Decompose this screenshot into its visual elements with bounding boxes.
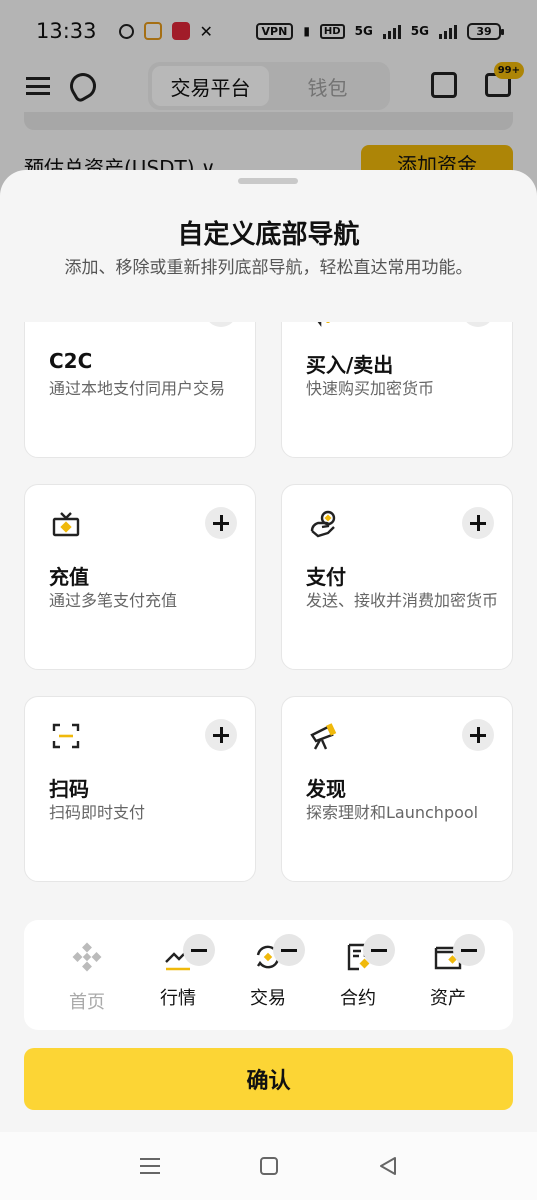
- shortcut-card-scan[interactable]: 扫码 扫码即时支付: [24, 696, 256, 882]
- dock-label: 合约: [340, 988, 376, 1009]
- add-scan-button[interactable]: [205, 719, 237, 751]
- scan-icon: [52, 723, 80, 749]
- home-button[interactable]: [249, 1146, 289, 1186]
- shortcut-title: 支付: [306, 565, 346, 589]
- shortcut-card-c2c[interactable]: C2C 通过本地支付同用户交易: [24, 322, 256, 458]
- dock-item-markets[interactable]: 行情: [138, 934, 218, 1010]
- recent-apps-button[interactable]: [130, 1146, 170, 1186]
- available-shortcuts-list[interactable]: C2C 通过本地支付同用户交易 买入/卖出 快速购买加密货币 充值 通过多笔支付…: [24, 322, 513, 892]
- trade-icon-wrap: [253, 934, 305, 972]
- menu-lines-icon: [139, 1158, 160, 1174]
- add-deposit-button[interactable]: [205, 507, 237, 539]
- futures-icon-wrap: [343, 934, 395, 972]
- sheet-title: 自定义底部导航: [177, 220, 360, 250]
- shortcut-card-pay[interactable]: 支付 发送、接收并消费加密货币: [281, 484, 513, 670]
- back-triangle-icon: [379, 1157, 396, 1175]
- shortcut-title: 充值: [49, 565, 89, 589]
- markets-icon-wrap: [163, 934, 215, 972]
- shortcut-desc: 发送、接收并消费加密货币: [306, 591, 499, 610]
- dock-item-assets[interactable]: 资产: [408, 934, 488, 1010]
- shortcut-title: 扫码: [49, 777, 89, 801]
- users-icon: [51, 322, 81, 327]
- dock-label: 首页: [69, 992, 105, 1013]
- system-nav-bar: [0, 1132, 537, 1200]
- dock-item-futures[interactable]: 合约: [318, 934, 398, 1010]
- shortcut-title: 发现: [306, 777, 346, 801]
- sheet-subtitle: 添加、移除或重新排列底部导航，轻松直达常用功能。: [64, 258, 473, 278]
- deposit-icon: [52, 512, 80, 537]
- shortcut-card-discover[interactable]: 发现 探索理财和Launchpool: [281, 696, 513, 882]
- confirm-button[interactable]: 确认: [24, 1048, 513, 1110]
- add-buy-sell-button[interactable]: [462, 322, 494, 327]
- current-bottom-nav: 首页 行情 交易 合约 资产: [24, 920, 513, 1030]
- dock-item-trade[interactable]: 交易: [228, 934, 308, 1010]
- square-icon: [259, 1157, 278, 1175]
- shortcut-title: 买入/卖出: [306, 353, 394, 377]
- shortcut-desc: 通过本地支付同用户交易: [49, 379, 226, 398]
- customize-nav-sheet: 自定义底部导航 添加、移除或重新排列底部导航，轻松直达常用功能。 C2C 通过本…: [0, 170, 537, 1200]
- shortcut-title: C2C: [49, 349, 93, 373]
- pay-icon: [310, 510, 336, 538]
- dock-label: 资产: [430, 988, 466, 1009]
- add-c2c-button[interactable]: [205, 322, 237, 327]
- remove-futures-button[interactable]: [363, 934, 395, 966]
- remove-trade-button[interactable]: [273, 934, 305, 966]
- shortcut-desc: 通过多笔支付充值: [49, 591, 178, 610]
- shortcut-desc: 扫码即时支付: [49, 803, 146, 822]
- telescope-icon: [310, 723, 337, 750]
- shortcut-desc: 探索理财和Launchpool: [306, 803, 479, 822]
- remove-markets-button[interactable]: [183, 934, 215, 966]
- dock-label: 行情: [160, 988, 196, 1009]
- wallet-icon-wrap: [433, 934, 485, 972]
- back-button[interactable]: [368, 1146, 408, 1186]
- remove-assets-button[interactable]: [453, 934, 485, 966]
- home-icon: [72, 942, 102, 972]
- buy-sell-icon: [317, 322, 330, 327]
- add-pay-button[interactable]: [462, 507, 494, 539]
- dock-item-home: 首页: [47, 942, 127, 1014]
- shortcut-card-buy-sell[interactable]: 买入/卖出 快速购买加密货币: [281, 322, 513, 458]
- dock-label: 交易: [250, 988, 286, 1009]
- shortcut-desc: 快速购买加密货币: [306, 379, 435, 398]
- add-discover-button[interactable]: [462, 719, 494, 751]
- sheet-drag-handle[interactable]: [238, 178, 298, 184]
- shortcut-card-deposit[interactable]: 充值 通过多笔支付充值: [24, 484, 256, 670]
